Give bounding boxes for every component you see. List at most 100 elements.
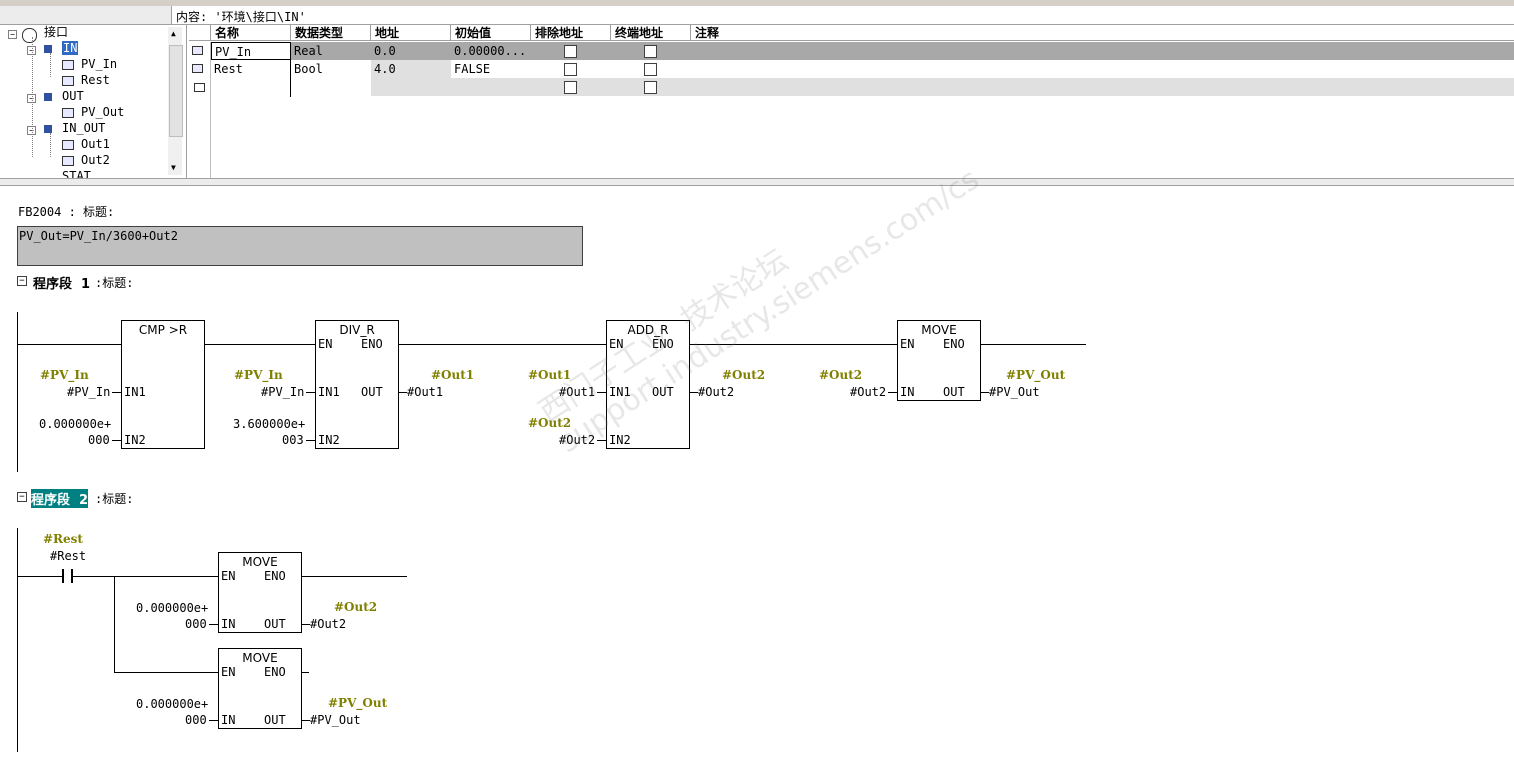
operand-out[interactable]: #PV_Out	[989, 385, 1040, 399]
table-row[interactable]	[189, 78, 1514, 96]
tree-node-rest[interactable]: Rest	[81, 73, 110, 88]
scroll-up-icon[interactable]: ▲	[171, 29, 176, 38]
pin-wire	[112, 392, 121, 393]
pin-en: EN	[609, 337, 624, 351]
tree-node-in[interactable]: IN	[62, 41, 79, 56]
cell-address: 0.0	[374, 44, 396, 58]
tree-guide	[32, 37, 33, 157]
move-block[interactable]: MOVE EN ENO IN OUT	[897, 320, 981, 401]
pin-wire	[209, 624, 218, 625]
cell-type[interactable]: Bool	[291, 60, 371, 78]
tree-node-in-out[interactable]: IN_OUT	[62, 121, 105, 136]
row-empty-fill	[371, 78, 1514, 96]
tree-node-root[interactable]: 接口	[44, 25, 68, 40]
operand-out[interactable]: #Out2	[698, 385, 734, 399]
col-header-init[interactable]: 初始值	[451, 25, 531, 41]
operand-in1[interactable]: #PV_In	[67, 385, 110, 399]
pane-splitter[interactable]	[0, 178, 1514, 186]
cell-init[interactable]: 0.00000...	[451, 42, 531, 60]
exclude-checkbox[interactable]	[564, 45, 577, 58]
terminal-checkbox[interactable]	[644, 45, 657, 58]
terminal-checkbox[interactable]	[644, 81, 657, 94]
network-collapse-icon[interactable]: −	[17, 492, 27, 502]
operand-symbol: #Out2	[819, 368, 863, 382]
operand-in-exponent[interactable]: 000	[185, 617, 207, 631]
exclude-checkbox[interactable]	[564, 81, 577, 94]
exclude-checkbox[interactable]	[564, 63, 577, 76]
col-header-name[interactable]: 名称	[211, 25, 291, 41]
operand-in[interactable]: #Out2	[850, 385, 886, 399]
tree-node-out[interactable]: OUT	[62, 89, 84, 104]
tree-scrollbar-thumb[interactable]	[169, 45, 183, 137]
div-r-block[interactable]: DIV_R EN ENO IN1 OUT IN2	[315, 320, 399, 449]
move-block[interactable]: MOVE EN ENO IN OUT	[218, 552, 302, 633]
block-type: MOVE	[242, 651, 278, 665]
network1-header[interactable]: 程序段 1	[33, 273, 90, 292]
scroll-down-icon[interactable]: ▼	[171, 163, 176, 172]
operand-symbol: #PV_In	[234, 368, 283, 382]
pin-en: EN	[900, 337, 915, 351]
pin-in1: IN1	[318, 385, 340, 399]
operand-in1[interactable]: #Out1	[559, 385, 595, 399]
cell-name[interactable]: PV_In	[211, 42, 291, 60]
tree-node-stat[interactable]: STAT	[62, 169, 91, 178]
pin-wire	[597, 392, 606, 393]
pin-eno: ENO	[652, 337, 674, 351]
network2-header[interactable]: 程序段 2	[31, 489, 89, 508]
cmp-r-block[interactable]: CMP >R IN1 IN2	[121, 320, 205, 449]
block-comment-box[interactable]: PV_Out=PV_In/3600+Out2	[17, 226, 583, 266]
pin-in2: IN2	[318, 433, 340, 447]
tree-node-pv-in[interactable]: PV_In	[81, 57, 117, 72]
tree-node-out1[interactable]: Out1	[81, 137, 110, 152]
terminal-checkbox[interactable]	[644, 63, 657, 76]
table-row[interactable]: PV_In Real 0.0 0.00000...	[189, 42, 1514, 60]
network-collapse-icon[interactable]: −	[17, 276, 27, 286]
operand-in-exponent[interactable]: 000	[185, 713, 207, 727]
col-header-address[interactable]: 地址	[371, 25, 451, 41]
network2-title[interactable]: :标题:	[95, 490, 133, 507]
col-header-comment[interactable]: 注释	[691, 25, 1514, 41]
interface-tree[interactable]: − 接口 − IN PV_In Rest − OUT PV_Out − IN_O…	[0, 25, 187, 178]
operand-in2-exponent[interactable]: 000	[88, 433, 110, 447]
operand-in-mantissa[interactable]: 0.000000e+	[136, 697, 208, 711]
contact-operand[interactable]: #Rest	[50, 549, 86, 563]
operand-out[interactable]: #PV_Out	[310, 713, 361, 727]
operand-in2-exponent[interactable]: 003	[282, 433, 304, 447]
interface-root-icon	[22, 28, 37, 43]
tree-guide	[50, 53, 51, 77]
pin-eno: ENO	[264, 569, 286, 583]
pin-in: IN	[221, 617, 236, 631]
interface-table[interactable]: 名称 数据类型 地址 初始值 排除地址 终端地址 注释 PV_In Real 0…	[189, 25, 1514, 178]
operand-in2[interactable]: #Out2	[559, 433, 595, 447]
move-block[interactable]: MOVE EN ENO IN OUT	[218, 648, 302, 729]
operand-in-mantissa[interactable]: 0.000000e+	[136, 601, 208, 615]
operand-out[interactable]: #Out1	[407, 385, 443, 399]
collapse-icon[interactable]: −	[8, 30, 17, 39]
contact-left-bar[interactable]	[62, 569, 64, 583]
col-header-exclude[interactable]: 排除地址	[531, 25, 611, 41]
cell-name[interactable]: Rest	[211, 60, 291, 78]
row-header-corner	[189, 25, 211, 41]
operand-in2-mantissa[interactable]: 0.000000e+	[39, 417, 111, 431]
cell-type[interactable]: Real	[291, 42, 371, 60]
operand-in1[interactable]: #PV_In	[261, 385, 304, 399]
pin-out: OUT	[264, 617, 286, 631]
col-header-type[interactable]: 数据类型	[291, 25, 371, 41]
operand-in2-mantissa[interactable]: 3.600000e+	[233, 417, 305, 431]
pin-eno: ENO	[361, 337, 383, 351]
table-row[interactable]: Rest Bool 4.0 FALSE	[189, 60, 1514, 78]
rung-wire	[398, 344, 607, 345]
block-title[interactable]: FB2004 : 标题:	[18, 203, 114, 220]
param-icon	[62, 76, 74, 86]
network1-title[interactable]: :标题:	[95, 274, 133, 291]
cell-init[interactable]: FALSE	[451, 60, 531, 78]
operand-symbol: #Out2	[334, 600, 378, 614]
tree-node-pv-out[interactable]: PV_Out	[81, 105, 124, 120]
pin-in1: IN1	[609, 385, 631, 399]
operand-symbol: #Rest	[43, 532, 83, 546]
tree-node-out2[interactable]: Out2	[81, 153, 110, 168]
path-bar: 内容: '环境\接口\IN'	[0, 6, 1514, 25]
add-r-block[interactable]: ADD_R EN ENO IN1 OUT IN2	[606, 320, 690, 449]
operand-out[interactable]: #Out2	[310, 617, 346, 631]
col-header-terminal[interactable]: 终端地址	[611, 25, 691, 41]
